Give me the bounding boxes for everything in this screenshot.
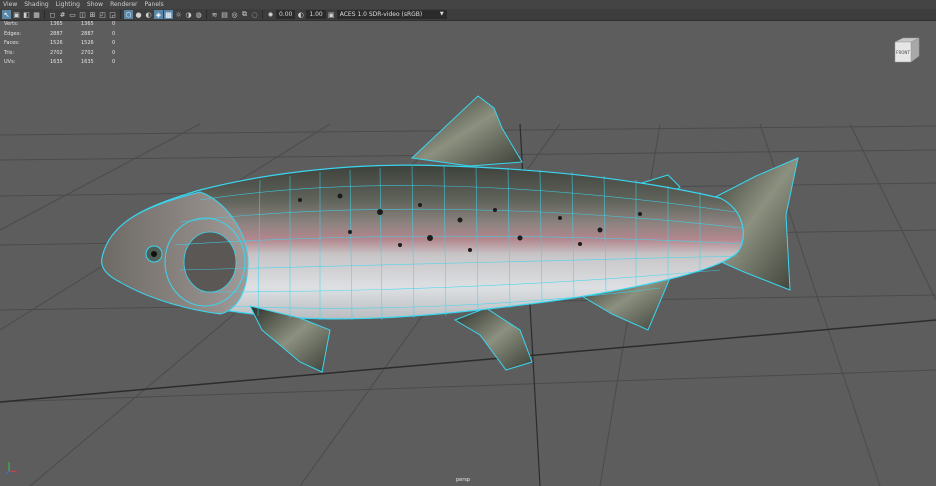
exposure-icon[interactable]: ✹ [266, 10, 275, 19]
hud-value: 0 [112, 40, 116, 47]
wireframe-on-shaded-icon[interactable]: ◈ [154, 10, 163, 19]
wireframe-icon[interactable]: ⬡ [124, 10, 133, 19]
axis-gizmo [5, 462, 18, 475]
hud-value: 2702 [50, 49, 63, 56]
ambient-occlusion-icon[interactable]: ◍ [194, 10, 203, 19]
camera-attributes-icon[interactable]: ▣ [12, 10, 21, 19]
toolbar-divider [44, 10, 45, 19]
menu-show[interactable]: Show [87, 0, 103, 9]
image-plane-icon[interactable]: ▦ [32, 10, 41, 19]
toolbar-divider [262, 10, 263, 19]
grid-icon[interactable]: # [58, 10, 67, 19]
menu-panels[interactable]: Panels [144, 0, 163, 9]
color-management-icon[interactable]: ▣ [327, 10, 336, 19]
safe-action-icon[interactable]: ◰ [98, 10, 107, 19]
safe-title-icon[interactable]: ◲ [108, 10, 117, 19]
lights-icon[interactable]: ☼ [174, 10, 183, 19]
view-transform-value: ACES 1.0 SDR-video (sRGB) [339, 11, 423, 18]
motion-blur-icon[interactable]: ≋ [210, 10, 219, 19]
hud-label: UVs: [4, 59, 16, 66]
chevron-down-icon: ▼ [439, 11, 444, 17]
hud-value: 2702 [81, 49, 94, 56]
depth-of-field-icon[interactable]: ◎ [230, 10, 239, 19]
hud-row-faces: Faces: 1526 1526 0 [4, 39, 122, 49]
view-cube-label: FRONT [896, 50, 910, 55]
xray-icon[interactable]: ◌ [250, 10, 259, 19]
viewport-canvas[interactable] [0, 21, 936, 486]
grid-axis [0, 319, 936, 403]
hud-label: Verts: [4, 21, 19, 27]
hud-value: 0 [112, 30, 116, 37]
hud-value: 0 [112, 49, 116, 56]
gill-cover-inner [183, 231, 237, 293]
hud-row-edges: Edges: 2887 2887 0 [4, 30, 122, 40]
gamma-field[interactable]: 1.00 [306, 10, 326, 19]
default-material-icon[interactable]: ◐ [144, 10, 153, 19]
hud-row-uvs: UVs: 1635 1635 0 [4, 58, 122, 68]
field-chart-icon[interactable]: ⊞ [88, 10, 97, 19]
film-gate-icon[interactable]: ◻ [48, 10, 57, 19]
hud-value: 1635 [50, 59, 63, 66]
poly-count-hud: Verts: 1365 1365 0 Edges: 2887 2887 0 Fa… [4, 20, 122, 68]
bookmark-icon[interactable]: ◧ [22, 10, 31, 19]
gamma-icon[interactable]: ◐ [296, 10, 305, 19]
hud-value: 1526 [50, 40, 63, 47]
panel-menu-bar: View Shading Lighting Show Renderer Pane… [0, 0, 936, 9]
camera-name-label: persp [456, 477, 471, 483]
hud-value: 1635 [81, 59, 94, 66]
menu-view[interactable]: View [3, 0, 17, 9]
exposure-field[interactable]: 0.00 [276, 10, 296, 19]
hud-value: 2887 [50, 30, 63, 37]
hud-value: 0 [112, 59, 116, 66]
fish-model [101, 95, 799, 373]
menu-shading[interactable]: Shading [24, 0, 48, 9]
view-cube-side [910, 37, 920, 63]
hud-value: 2887 [81, 30, 94, 37]
fish-eye-pupil [151, 251, 157, 257]
textured-icon[interactable]: ▩ [164, 10, 173, 19]
hud-value: 0 [112, 21, 116, 27]
hud-label: Faces: [4, 40, 20, 47]
panel-toolbar: ↖ ▣ ◧ ▦ ◻ # ▭ ◫ ⊞ ◰ ◲ ⬡ ● ◐ ◈ ▩ ☼ ◑ ◍ ≋ … [0, 9, 936, 21]
antialias-icon[interactable]: ▤ [220, 10, 229, 19]
menu-lighting[interactable]: Lighting [56, 0, 80, 9]
hud-label: Edges: [4, 30, 21, 37]
hud-label: Tris: [4, 49, 15, 56]
view-transform-dropdown[interactable]: ACES 1.0 SDR-video (sRGB) ▼ [336, 10, 447, 19]
hud-value: 1365 [50, 21, 63, 27]
select-camera-icon[interactable]: ↖ [2, 10, 11, 19]
toolbar-divider [206, 10, 207, 19]
shadows-icon[interactable]: ◑ [184, 10, 193, 19]
isolate-select-icon[interactable]: ⧉ [240, 10, 249, 19]
hud-value: 1365 [81, 21, 94, 27]
view-cube[interactable]: FRONT [893, 36, 921, 64]
menu-renderer[interactable]: Renderer [110, 0, 137, 9]
smooth-shade-icon[interactable]: ● [134, 10, 143, 19]
toolbar-divider [120, 10, 121, 19]
hud-row-tris: Tris: 2702 2702 0 [4, 49, 122, 59]
gate-mask-icon[interactable]: ◫ [78, 10, 87, 19]
hud-row-verts: Verts: 1365 1365 0 [4, 20, 122, 30]
resolution-gate-icon[interactable]: ▭ [68, 10, 77, 19]
hud-value: 1526 [81, 40, 94, 47]
